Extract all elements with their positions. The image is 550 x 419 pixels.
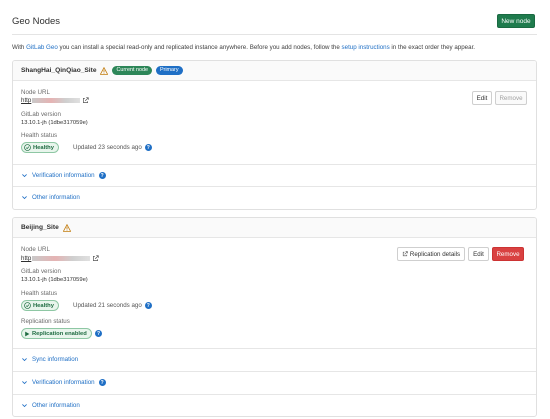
header-divider <box>12 34 537 35</box>
replication-status-badge: Replication enabled <box>21 328 92 339</box>
current-node-badge: Current node <box>112 66 152 75</box>
node-card-header: Beijing_Site <box>13 218 536 238</box>
node-name: ShangHai_QinQiao_Site <box>21 67 97 74</box>
health-status-badge: Healthy <box>21 142 59 153</box>
sync-information-section[interactable]: Sync information <box>13 348 536 370</box>
replication-status-text: Replication enabled <box>32 330 87 337</box>
new-node-button[interactable]: New node <box>497 14 535 28</box>
primary-badge: Primary <box>155 66 183 75</box>
external-link-icon <box>402 251 408 257</box>
chevron-down-icon <box>22 404 27 408</box>
health-updated: Updated 21 seconds ago ? <box>73 302 152 309</box>
verification-information-section[interactable]: Verification information ? <box>13 164 536 186</box>
play-icon <box>25 331 30 336</box>
edit-button[interactable]: Edit <box>472 91 492 105</box>
edit-button[interactable]: Edit <box>468 247 489 261</box>
node-url-prefix: http <box>21 97 32 105</box>
node-card-secondary: Beijing_Site Node URL http GitLab versio… <box>12 217 537 417</box>
other-information-label: Other information <box>32 194 80 201</box>
warning-icon <box>100 66 109 75</box>
other-information-section[interactable]: Other information <box>13 394 536 416</box>
other-information-label: Other information <box>32 402 80 409</box>
verification-information-section[interactable]: Verification information ? <box>13 371 536 393</box>
node-url-value[interactable]: http <box>21 255 99 262</box>
warning-icon <box>62 223 71 232</box>
intro-suffix: in the exact order they appear. <box>389 44 476 51</box>
other-information-section[interactable]: Other information <box>13 186 536 208</box>
chevron-down-icon <box>22 196 27 200</box>
gitlab-version-label: GitLab version <box>21 268 61 275</box>
verification-information-label: Verification information <box>32 379 95 386</box>
chevron-down-icon <box>22 358 27 362</box>
health-updated: Updated 23 seconds ago ? <box>73 144 152 151</box>
redacted-url <box>32 256 91 261</box>
intro-text: With GitLab Geo you can install a specia… <box>12 44 475 51</box>
node-name: Beijing_Site <box>21 224 59 231</box>
node-card-header: ShangHai_QinQiao_Site Current node Prima… <box>13 61 536 81</box>
help-icon[interactable]: ? <box>144 302 152 309</box>
health-updated-text: Updated 21 seconds ago <box>73 302 142 309</box>
help-icon[interactable]: ? <box>95 330 102 337</box>
check-circle-icon <box>24 302 31 309</box>
help-icon[interactable]: ? <box>98 379 106 386</box>
intro-prefix: With <box>12 44 27 51</box>
intro-middle: you can install a special read-only and … <box>57 44 342 51</box>
redacted-url <box>32 98 81 103</box>
gitlab-version-value: 13.10.1-jh (1dbe317059e) <box>21 120 88 126</box>
node-url-value[interactable]: http <box>21 97 89 104</box>
health-updated-text: Updated 23 seconds ago <box>73 144 142 151</box>
node-url-label: Node URL <box>21 89 50 96</box>
replication-status-label: Replication status <box>21 318 70 325</box>
health-status-label: Health status <box>21 132 58 139</box>
replication-details-label: Replication details <box>409 250 461 258</box>
external-link-icon[interactable] <box>92 255 99 262</box>
gitlab-version-label: GitLab version <box>21 111 61 118</box>
health-status-badge: Healthy <box>21 300 59 311</box>
external-link-icon[interactable] <box>82 97 89 104</box>
help-icon[interactable]: ? <box>144 144 152 151</box>
replication-details-button[interactable]: Replication details <box>397 247 465 261</box>
gitlab-version-value: 13.10.1-jh (1dbe317059e) <box>21 277 88 283</box>
check-circle-icon <box>24 144 31 151</box>
help-icon[interactable]: ? <box>98 172 106 179</box>
health-status-text: Healthy <box>33 144 54 151</box>
page-title: Geo Nodes <box>12 16 61 27</box>
node-url-prefix: http <box>21 255 32 263</box>
verification-information-label: Verification information <box>32 172 95 179</box>
chevron-down-icon <box>22 381 27 385</box>
gitlab-geo-link[interactable]: GitLab Geo <box>26 44 58 51</box>
sync-information-label: Sync information <box>32 356 79 363</box>
health-status-label: Health status <box>21 290 58 297</box>
node-url-label: Node URL <box>21 246 50 253</box>
node-card-primary: ShangHai_QinQiao_Site Current node Prima… <box>12 60 537 210</box>
remove-button[interactable]: Remove <box>492 247 524 261</box>
health-status-text: Healthy <box>33 302 54 309</box>
chevron-down-icon <box>22 174 27 178</box>
setup-instructions-link[interactable]: setup instructions <box>342 44 390 51</box>
remove-button[interactable]: Remove <box>495 91 527 105</box>
